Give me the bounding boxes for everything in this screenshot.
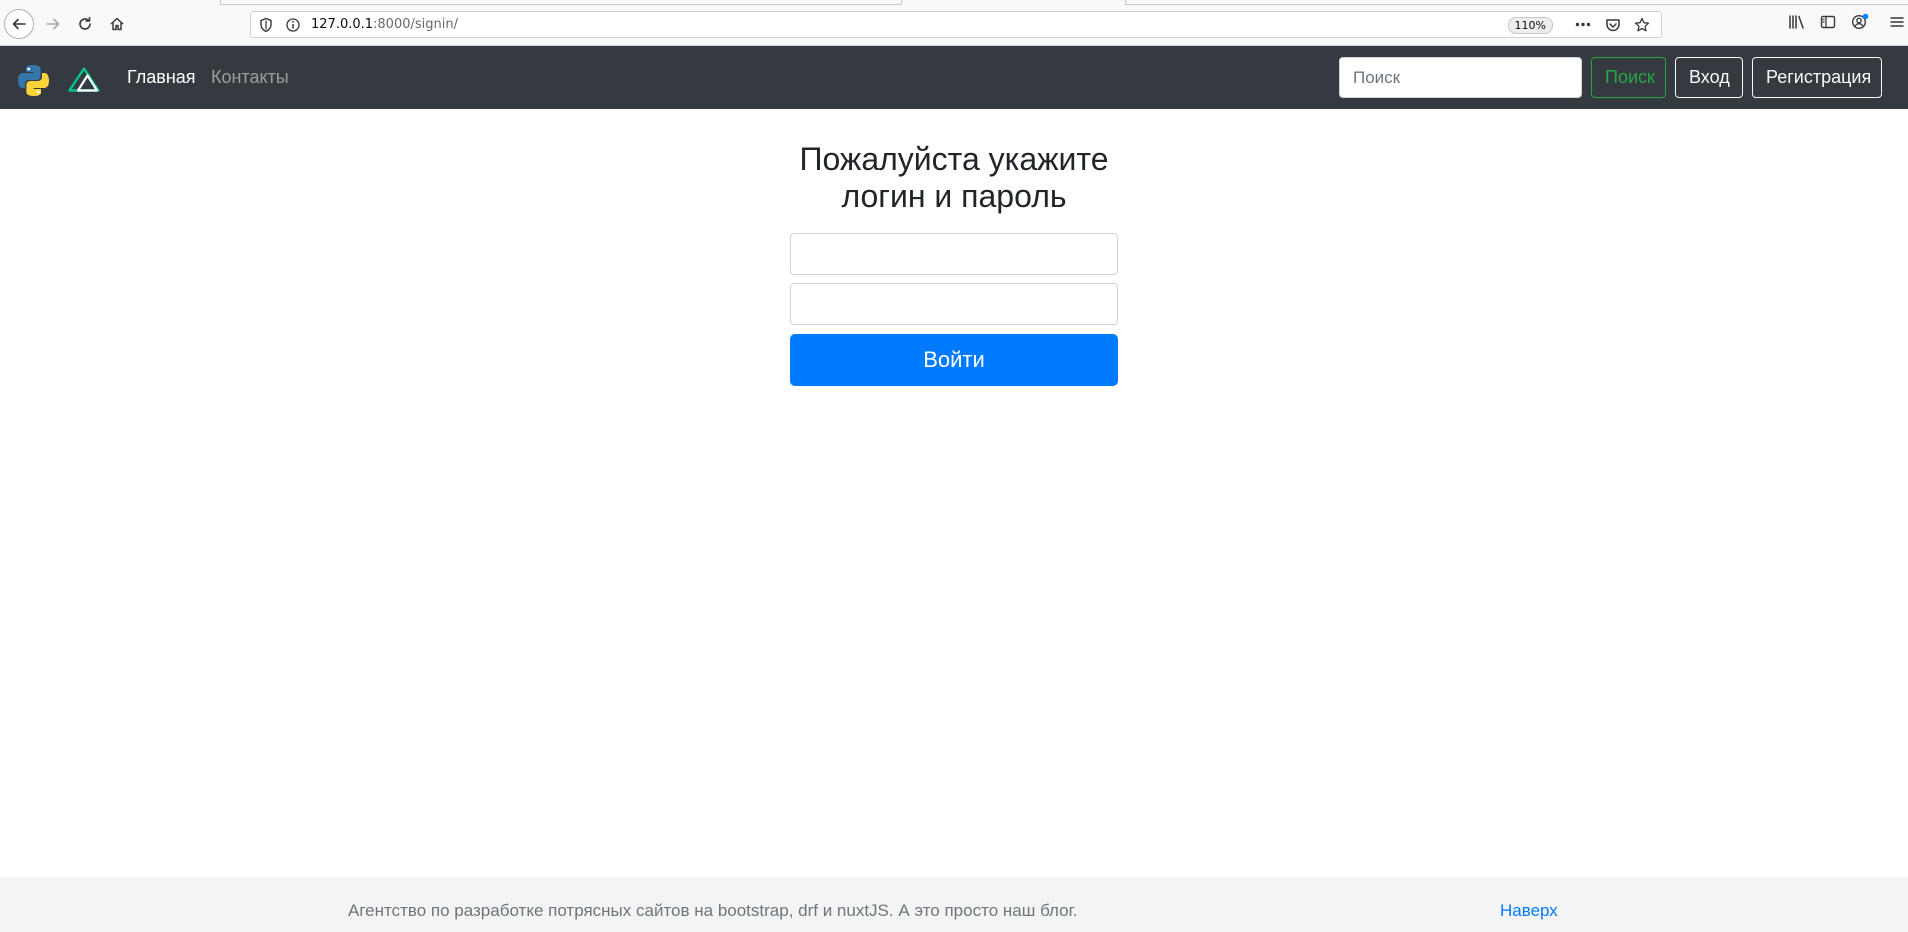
home-button[interactable] [101,8,133,40]
signin-submit-button[interactable]: Войти [790,334,1118,386]
reload-icon [79,16,91,30]
python-logo-icon[interactable] [17,64,50,97]
menu-icon[interactable] [1889,14,1905,30]
browser-toolbar: 127.0.0.1:8000/signin/ 110% [0,0,1908,46]
forward-button[interactable] [37,8,69,40]
search-button[interactable]: Поиск [1591,57,1666,98]
shield-icon[interactable] [259,17,273,33]
password-field[interactable] [790,283,1118,325]
footer-text: Агентство по разработке потрясных сайтов… [348,901,1078,920]
arrow-right-icon [46,18,60,30]
url-path: :8000/signin/ [373,17,458,32]
url-text[interactable]: 127.0.0.1:8000/signin/ [311,17,458,32]
sidebar-icon[interactable] [1820,14,1836,30]
back-button[interactable] [4,9,34,39]
zoom-level-badge[interactable]: 110% [1507,17,1553,34]
arrow-left-icon [12,18,26,30]
back-to-top-link[interactable]: Наверх [1500,901,1558,921]
reload-button[interactable] [69,8,101,40]
url-bar[interactable]: 127.0.0.1:8000/signin/ 110% [250,11,1662,38]
tab-background[interactable] [220,0,902,5]
search-input[interactable] [1339,57,1582,98]
login-button[interactable]: Вход [1675,57,1743,98]
register-button[interactable]: Регистрация [1752,57,1882,98]
nuxt-logo-icon[interactable] [68,67,100,92]
signin-heading: Пожалуйста укажите логин и пароль [740,141,1168,215]
tab-background[interactable] [1125,0,1908,5]
more-actions-icon[interactable] [1575,22,1591,27]
nav-link-home[interactable]: Главная [127,67,196,88]
login-field[interactable] [790,233,1118,275]
account-icon[interactable] [1851,13,1869,31]
tab-strip [0,0,1908,5]
nav-link-contacts[interactable]: Контакты [211,67,289,88]
library-icon[interactable] [1788,14,1806,30]
pocket-icon[interactable] [1605,17,1621,33]
info-icon[interactable] [285,17,301,33]
signin-heading-line: Пожалуйста укажите [799,141,1109,177]
home-icon [110,17,124,31]
signin-heading-line: логин и пароль [841,178,1067,214]
bookmark-star-icon[interactable] [1634,17,1650,33]
url-host: 127.0.0.1 [311,17,374,32]
